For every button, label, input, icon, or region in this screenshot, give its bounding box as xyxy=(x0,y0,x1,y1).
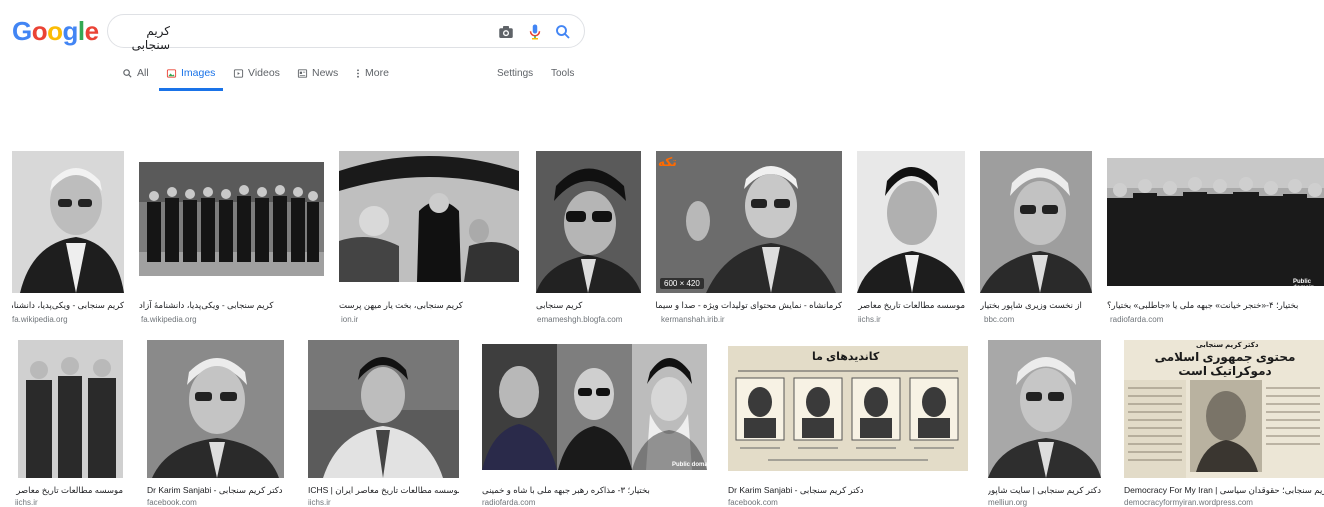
settings-link[interactable]: Settings xyxy=(497,68,533,79)
result-source[interactable]: fa.wikipedia.org xyxy=(12,315,68,324)
result-thumbnail[interactable] xyxy=(12,151,124,293)
result-caption[interactable]: بختیار؛ ۴-«خنجر خیانت» جبهه ملی یا «جاطل… xyxy=(1107,300,1324,311)
result-source[interactable]: emameshgh.blogfa.com xyxy=(537,315,622,324)
result-caption[interactable]: Dr Karim Sanjabi - دکتر کریم سنجابی xyxy=(147,485,284,496)
result-caption[interactable]: ICHS | موسسه مطالعات تاریخ معاصر ایران xyxy=(308,485,459,496)
result-source[interactable]: radiofarda.com xyxy=(1110,315,1163,324)
tab-more[interactable]: More xyxy=(355,67,389,79)
result-source[interactable]: fa.wikipedia.org xyxy=(141,315,197,324)
result-caption[interactable]: موسسه مطالعات تاریخ معاصر ایران xyxy=(857,300,965,311)
result-thumbnail[interactable] xyxy=(18,340,123,478)
result-caption[interactable]: کرمانشاه - نمایش محتوای تولیدات ویژه - ص… xyxy=(656,300,842,311)
logo-letter: o xyxy=(47,16,63,46)
result-caption[interactable]: بختیار؛ ۳- مذاکره رهبر جبهه ملی با شاه و… xyxy=(482,485,707,496)
search-input[interactable]: کریم سنجابی xyxy=(108,24,170,52)
result-thumbnail[interactable] xyxy=(656,151,842,293)
tab-label: Videos xyxy=(248,67,280,79)
tab-videos[interactable]: Videos xyxy=(233,67,280,79)
tab-news[interactable]: News xyxy=(297,67,338,79)
camera-icon[interactable] xyxy=(497,23,515,41)
result-source[interactable]: iichs.ir xyxy=(858,315,881,324)
result-thumbnail[interactable] xyxy=(1107,158,1324,286)
result-thumbnail[interactable] xyxy=(980,151,1092,293)
result-caption[interactable]: Democracy For My Iran | دکتر کریم سنجابی… xyxy=(1124,485,1324,496)
result-caption[interactable]: کریم سنجابی، بخت یار میهن پرست xyxy=(339,300,519,311)
result-caption[interactable]: از نخست وزیری شاپور بختیار xyxy=(980,300,1092,311)
tools-link[interactable]: Tools xyxy=(551,68,574,79)
result-caption[interactable]: موسسه مطالعات تاریخ معاصر ایران xyxy=(15,485,123,496)
image-size-badge: 600 × 420 xyxy=(660,278,704,289)
tab-label: Images xyxy=(181,67,216,79)
result-thumbnail[interactable] xyxy=(988,340,1101,478)
result-thumbnail[interactable] xyxy=(339,151,519,282)
result-thumbnail[interactable] xyxy=(728,346,968,471)
search-icon[interactable] xyxy=(554,23,572,41)
brand-watermark: تکه xyxy=(658,155,677,169)
result-thumbnail[interactable] xyxy=(308,340,459,478)
result-source[interactable]: bbc.com xyxy=(984,315,1014,324)
logo-letter: G xyxy=(12,16,32,46)
more-icon xyxy=(357,68,359,78)
result-caption[interactable]: کریم سنجابی - ویکی‌پدیا، دانشنامهٔ آزاد xyxy=(139,300,324,311)
result-caption[interactable]: Dr Karim Sanjabi - دکتر کریم سنجابی xyxy=(728,485,968,496)
logo-letter: l xyxy=(77,16,85,46)
play-icon xyxy=(233,68,244,78)
newspaper-header: دکتر کریم سنجابی xyxy=(1196,342,1259,349)
result-thumbnail[interactable] xyxy=(147,340,284,478)
active-tab-indicator xyxy=(159,88,223,91)
tab-label: More xyxy=(365,67,389,79)
news-icon xyxy=(297,68,308,78)
result-caption[interactable]: کریم سنجابی xyxy=(536,300,641,311)
tab-label: All xyxy=(137,67,149,79)
image-icon xyxy=(166,68,177,78)
tab-all[interactable]: All xyxy=(122,67,149,79)
result-caption[interactable]: کریم سنجابی - ویکی‌پدیا، دانشنامهٔ آزاد xyxy=(12,300,124,311)
result-thumbnail[interactable] xyxy=(139,162,324,276)
poster-title: کاندیدهای ما xyxy=(812,351,880,363)
result-source[interactable]: kermanshah.irib.ir xyxy=(661,315,725,324)
logo-letter: o xyxy=(31,16,48,46)
tab-label: News xyxy=(312,67,339,79)
result-source[interactable]: ion.ir xyxy=(341,315,358,324)
tab-images[interactable]: Images xyxy=(166,67,215,79)
public-domain-label: Public domain xyxy=(672,462,714,468)
result-thumbnail[interactable] xyxy=(536,151,641,293)
search-box[interactable]: کریم سنجابی xyxy=(107,14,585,52)
newspaper-title: محتوی جمهوری اسلامی دموکراتیک است xyxy=(1154,350,1296,378)
logo-letter: e xyxy=(84,16,99,46)
result-thumbnail[interactable] xyxy=(482,344,707,470)
google-logo[interactable]: Google xyxy=(12,16,99,47)
public-domain-label: Public domain xyxy=(1293,279,1315,291)
logo-letter: g xyxy=(62,16,79,46)
result-thumbnail[interactable] xyxy=(857,151,965,293)
result-caption[interactable]: دکتر کریم سنجابی | سایت شاپور بختیار xyxy=(988,485,1101,496)
search-icon xyxy=(123,68,132,78)
mic-icon[interactable] xyxy=(526,23,544,41)
